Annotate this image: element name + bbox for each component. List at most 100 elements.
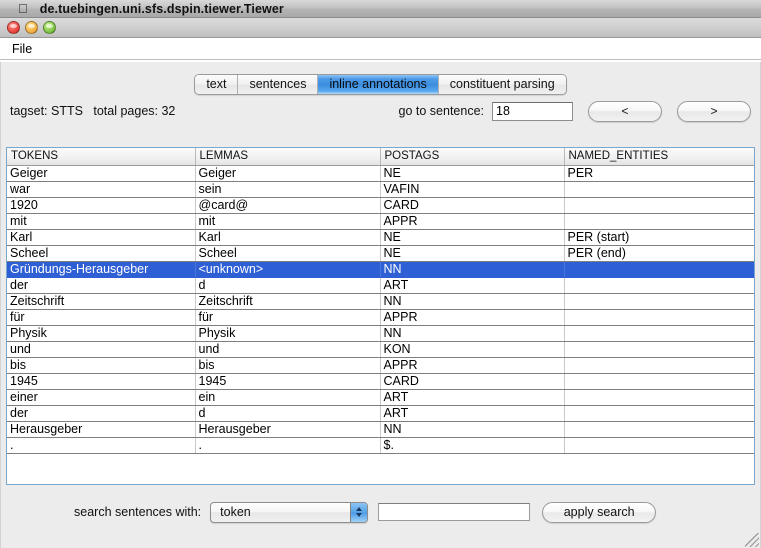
tab-sentences[interactable]: sentences	[238, 74, 319, 94]
cell-lemmas[interactable]: für	[195, 309, 381, 326]
cell-lemmas[interactable]: @card@	[195, 197, 381, 214]
cell-lemmas[interactable]: 1945	[195, 373, 381, 390]
cell-named-entities[interactable]	[564, 437, 754, 454]
cell-lemmas[interactable]: und	[195, 341, 381, 358]
cell-postags[interactable]: ART	[380, 405, 565, 422]
cell-postags[interactable]: NN	[380, 293, 565, 310]
cell-named-entities[interactable]	[564, 357, 754, 374]
table-row[interactable]: und und KON	[7, 341, 754, 358]
resize-grip-icon[interactable]	[745, 533, 759, 547]
minimize-window-icon[interactable]	[25, 21, 38, 34]
cell-named-entities[interactable]	[564, 181, 754, 198]
cell-postags[interactable]: APPR	[380, 213, 565, 230]
cell-postags[interactable]: $.	[380, 437, 565, 454]
cell-named-entities[interactable]	[564, 325, 754, 342]
table-row[interactable]: für für APPR	[7, 309, 754, 326]
column-header-lemmas[interactable]: LEMMAS	[195, 148, 381, 166]
table-row[interactable]: der d ART	[7, 277, 754, 294]
cell-named-entities[interactable]	[564, 373, 754, 390]
apply-search-button[interactable]: apply search	[542, 501, 657, 523]
table-row[interactable]: .. $.	[7, 437, 754, 454]
goto-sentence-input[interactable]	[492, 101, 573, 121]
cell-postags[interactable]: VAFIN	[380, 181, 565, 198]
cell-lemmas[interactable]: d	[195, 405, 381, 422]
column-header-tokens[interactable]: TOKENS	[7, 148, 196, 166]
column-header-named-entities[interactable]: NAMED_ENTITIES	[564, 148, 754, 166]
zoom-window-icon[interactable]	[43, 21, 56, 34]
cell-lemmas[interactable]: mit	[195, 213, 381, 230]
column-header-postags[interactable]: POSTAGS	[380, 148, 565, 166]
cell-lemmas[interactable]: <unknown>	[195, 261, 381, 278]
table-row[interactable]: 1945 1945 CARD	[7, 373, 754, 390]
table-row[interactable]: Physik Physik NN	[7, 325, 754, 342]
cell-lemmas[interactable]: Scheel	[195, 245, 381, 262]
table-row[interactable]: Scheel Scheel NE PER (end)	[7, 245, 754, 262]
cell-tokens[interactable]: 1945	[7, 373, 196, 390]
tab-text[interactable]: text	[195, 74, 239, 94]
cell-lemmas[interactable]: Karl	[195, 229, 381, 246]
cell-postags[interactable]: KON	[380, 341, 565, 358]
cell-tokens[interactable]: Physik	[7, 325, 196, 342]
cell-tokens[interactable]: Geiger	[7, 165, 196, 182]
cell-postags[interactable]: NN	[380, 261, 565, 278]
table-row[interactable]: Herausgeber Herausgeber NN	[7, 421, 754, 438]
close-window-icon[interactable]	[7, 21, 20, 34]
cell-named-entities[interactable]: PER (start)	[564, 229, 754, 246]
cell-postags[interactable]: NE	[380, 165, 565, 182]
cell-tokens[interactable]: 1920	[7, 197, 196, 214]
tab-inline-annotations[interactable]: inline annotations	[318, 74, 439, 94]
cell-lemmas[interactable]: .	[195, 437, 381, 454]
cell-named-entities[interactable]	[564, 389, 754, 406]
cell-named-entities[interactable]	[564, 309, 754, 326]
table-row[interactable]: Gründungs-Herausgeber <unknown> NN	[7, 261, 754, 278]
table-row[interactable]: Zeitschrift Zeitschrift NN	[7, 293, 754, 310]
cell-named-entities[interactable]	[564, 197, 754, 214]
cell-lemmas[interactable]: Physik	[195, 325, 381, 342]
cell-named-entities[interactable]	[564, 277, 754, 294]
cell-tokens[interactable]: einer	[7, 389, 196, 406]
cell-named-entities[interactable]	[564, 341, 754, 358]
table-row[interactable]: 1920 @card@ CARD	[7, 197, 754, 214]
cell-postags[interactable]: APPR	[380, 357, 565, 374]
table-row[interactable]: mit mit APPR	[7, 213, 754, 230]
cell-postags[interactable]: NN	[380, 421, 565, 438]
cell-lemmas[interactable]: Herausgeber	[195, 421, 381, 438]
cell-named-entities[interactable]	[564, 261, 754, 278]
cell-postags[interactable]: APPR	[380, 309, 565, 326]
table-row[interactable]: war sein VAFIN	[7, 181, 754, 198]
cell-postags[interactable]: NE	[380, 229, 565, 246]
cell-lemmas[interactable]: d	[195, 277, 381, 294]
cell-tokens[interactable]: der	[7, 405, 196, 422]
cell-tokens[interactable]: Scheel	[7, 245, 196, 262]
table-row[interactable]: einer ein ART	[7, 389, 754, 406]
cell-postags[interactable]: NE	[380, 245, 565, 262]
cell-tokens[interactable]: war	[7, 181, 196, 198]
tab-constituent-parsing[interactable]: constituent parsing	[438, 74, 566, 94]
cell-tokens[interactable]: Herausgeber	[7, 421, 196, 438]
cell-tokens[interactable]: für	[7, 309, 196, 326]
cell-named-entities[interactable]	[564, 293, 754, 310]
cell-postags[interactable]: ART	[380, 277, 565, 294]
cell-named-entities[interactable]	[564, 421, 754, 438]
cell-tokens[interactable]: Karl	[7, 229, 196, 246]
annotations-table-container[interactable]: TOKENS LEMMAS POSTAGS NAMED_ENTITIES Gei…	[6, 147, 755, 485]
cell-tokens[interactable]: mit	[7, 213, 196, 230]
cell-named-entities[interactable]	[564, 405, 754, 422]
menu-item-file[interactable]: File	[4, 40, 40, 58]
cell-lemmas[interactable]: bis	[195, 357, 381, 374]
cell-lemmas[interactable]: Geiger	[195, 165, 381, 182]
search-type-select[interactable]: token	[210, 501, 369, 523]
cell-postags[interactable]: CARD	[380, 197, 565, 214]
chevron-updown-icon[interactable]	[350, 502, 368, 522]
table-row[interactable]: Karl Karl NE PER (start)	[7, 229, 754, 246]
cell-tokens[interactable]: Gründungs-Herausgeber	[7, 261, 196, 278]
cell-lemmas[interactable]: ein	[195, 389, 381, 406]
cell-postags[interactable]: NN	[380, 325, 565, 342]
cell-postags[interactable]: CARD	[380, 373, 565, 390]
previous-sentence-button[interactable]: <	[588, 100, 662, 122]
cell-lemmas[interactable]: Zeitschrift	[195, 293, 381, 310]
cell-tokens[interactable]: bis	[7, 357, 196, 374]
table-row[interactable]: Geiger Geiger NE PER	[7, 165, 754, 182]
table-row[interactable]: der d ART	[7, 405, 754, 422]
cell-named-entities[interactable]: PER (end)	[564, 245, 754, 262]
